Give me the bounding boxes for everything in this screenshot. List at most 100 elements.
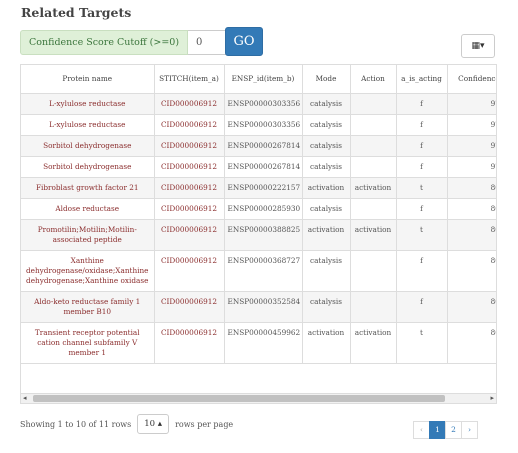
page-prev-button[interactable]: ‹ (413, 421, 430, 439)
page-next-button[interactable]: › (461, 421, 478, 439)
ensp-id-cell: ENSP00000285930 (224, 198, 303, 220)
page-1-button[interactable]: 1 (429, 421, 446, 439)
pagination: ‹ 1 2 › (413, 421, 478, 439)
protein-name-cell: Aldo-keto reductase family 1 member B10 (21, 291, 155, 323)
stitch-id-cell: CID000006912 (154, 322, 225, 364)
table-row[interactable]: Transient receptor potential cation chan… (21, 322, 496, 364)
scroll-right-icon[interactable]: ▸ (490, 394, 494, 403)
action-cell (350, 93, 397, 115)
protein-name-cell: Xanthine dehydrogenase/oxidase;Xanthine … (21, 250, 155, 292)
mode-cell: activation (302, 322, 351, 364)
confidence-cell: 979 (447, 156, 496, 178)
mode-cell: catalysis (302, 156, 351, 178)
confidence-cell: 979 (447, 114, 496, 136)
stitch-id-cell: CID000006912 (154, 250, 225, 292)
a-is-acting-cell: f (396, 135, 448, 157)
table-row[interactable]: Fibroblast growth factor 21 CID000006912 E… (21, 177, 496, 199)
protein-name-cell: L-xylulose reductase (21, 114, 155, 136)
col-protein-name-header[interactable]: Protein name (21, 65, 155, 94)
ensp-id-cell: ENSP00000459962 (224, 322, 303, 364)
confidence-cell: 800 (447, 250, 496, 292)
a-is-acting-cell: t (396, 219, 448, 251)
pagination-info: Showing 1 to 10 of 11 rows 10 ▴ rows per… (20, 414, 233, 434)
confidence-cell: 800 (447, 198, 496, 220)
mode-cell: activation (302, 177, 351, 199)
mode-cell: activation (302, 219, 351, 251)
col-confidence-header[interactable]: Confidence (447, 65, 496, 94)
table-row[interactable]: Sorbitol dehydrogenase CID000006912 ENSP00… (21, 135, 496, 157)
protein-name-cell: Aldose reductase (21, 198, 155, 220)
table-row[interactable]: Aldo-keto reductase family 1 member B10 C… (21, 291, 496, 323)
caret-up-icon: ▴ (157, 419, 163, 429)
go-button[interactable]: GO (225, 27, 263, 56)
protein-name-cell: Fibroblast growth factor 21 (21, 177, 155, 199)
horizontal-scrollbar[interactable]: ◂ ▸ (20, 393, 497, 404)
grid-icon: ▦▾ (471, 41, 485, 51)
a-is-acting-cell: t (396, 322, 448, 364)
stitch-id-cell: CID000006912 (154, 177, 225, 199)
confidence-cutoff-label: Confidence Score Cutoff (>=0) (20, 30, 189, 55)
stitch-id-cell: CID000006912 (154, 156, 225, 178)
a-is-acting-cell: f (396, 156, 448, 178)
table-row[interactable]: Sorbitol dehydrogenase CID000006912 ENSP00… (21, 156, 496, 178)
col-ensp-id-header[interactable]: ENSP_id(item_b) (224, 65, 303, 94)
stitch-id-cell: CID000006912 (154, 135, 225, 157)
stitch-id-cell: CID000006912 (154, 291, 225, 323)
mode-cell: catalysis (302, 198, 351, 220)
table-row[interactable]: Aldose reductase CID000006912 ENSP00000285… (21, 198, 496, 220)
action-cell (350, 156, 397, 178)
action-cell (350, 135, 397, 157)
col-mode-header[interactable]: Mode (302, 65, 351, 94)
scrollbar-thumb[interactable] (33, 395, 445, 402)
a-is-acting-cell: f (396, 93, 448, 115)
ensp-id-cell: ENSP00000352584 (224, 291, 303, 323)
mode-cell: catalysis (302, 135, 351, 157)
columns-toggle-button[interactable]: ▦▾ (461, 34, 495, 58)
ensp-id-cell: ENSP00000222157 (224, 177, 303, 199)
ensp-id-cell: ENSP00000303356 (224, 114, 303, 136)
mode-cell: catalysis (302, 291, 351, 323)
targets-table-container[interactable]: Protein name STITCH(item_a) ENSP_id(item_b… (20, 64, 497, 404)
a-is-acting-cell: f (396, 114, 448, 136)
table-header-row: Protein name STITCH(item_a) ENSP_id(item_b… (21, 65, 496, 94)
mode-cell: catalysis (302, 93, 351, 115)
col-action-header[interactable]: Action (350, 65, 397, 94)
action-cell (350, 291, 397, 323)
showing-rows-text: Showing 1 to 10 of 11 rows (20, 419, 132, 429)
table-row[interactable]: L-xylulose reductase CID000006912 ENSP0000… (21, 93, 496, 115)
table-row[interactable]: L-xylulose reductase CID000006912 ENSP0000… (21, 114, 496, 136)
mode-cell: catalysis (302, 114, 351, 136)
a-is-acting-cell: t (396, 177, 448, 199)
table-row[interactable]: Xanthine dehydrogenase/oxidase;Xanthine … (21, 250, 496, 292)
mode-cell: catalysis (302, 250, 351, 292)
ensp-id-cell: ENSP00000303356 (224, 93, 303, 115)
stitch-id-cell: CID000006912 (154, 198, 225, 220)
rows-per-page-label: rows per page (175, 419, 234, 429)
confidence-cutoff-group: Confidence Score Cutoff (>=0) (20, 30, 237, 55)
action-cell: activation (350, 177, 397, 199)
action-cell (350, 198, 397, 220)
a-is-acting-cell: f (396, 250, 448, 292)
ensp-id-cell: ENSP00000267814 (224, 135, 303, 157)
confidence-cell: 800 (447, 177, 496, 199)
table-row[interactable]: Promotilin;Motilin;Motilin-associated pe… (21, 219, 496, 251)
stitch-id-cell: CID000006912 (154, 114, 225, 136)
protein-name-cell: Sorbitol dehydrogenase (21, 135, 155, 157)
col-a-is-acting-header[interactable]: a_is_acting (396, 65, 448, 94)
page-2-button[interactable]: 2 (445, 421, 462, 439)
targets-table: Protein name STITCH(item_a) ENSP_id(item_b… (21, 65, 496, 364)
protein-name-cell: Sorbitol dehydrogenase (21, 156, 155, 178)
action-cell (350, 250, 397, 292)
page-size-select[interactable]: 10 ▴ (137, 414, 170, 434)
scroll-left-icon[interactable]: ◂ (23, 394, 27, 403)
confidence-cell: 979 (447, 135, 496, 157)
col-stitch-header[interactable]: STITCH(item_a) (154, 65, 225, 94)
ensp-id-cell: ENSP00000267814 (224, 156, 303, 178)
stitch-id-cell: CID000006912 (154, 219, 225, 251)
action-cell: activation (350, 219, 397, 251)
ensp-id-cell: ENSP00000368727 (224, 250, 303, 292)
confidence-cell: 800 (447, 219, 496, 251)
a-is-acting-cell: f (396, 291, 448, 323)
protein-name-cell: Promotilin;Motilin;Motilin-associated pe… (21, 219, 155, 251)
action-cell: activation (350, 322, 397, 364)
